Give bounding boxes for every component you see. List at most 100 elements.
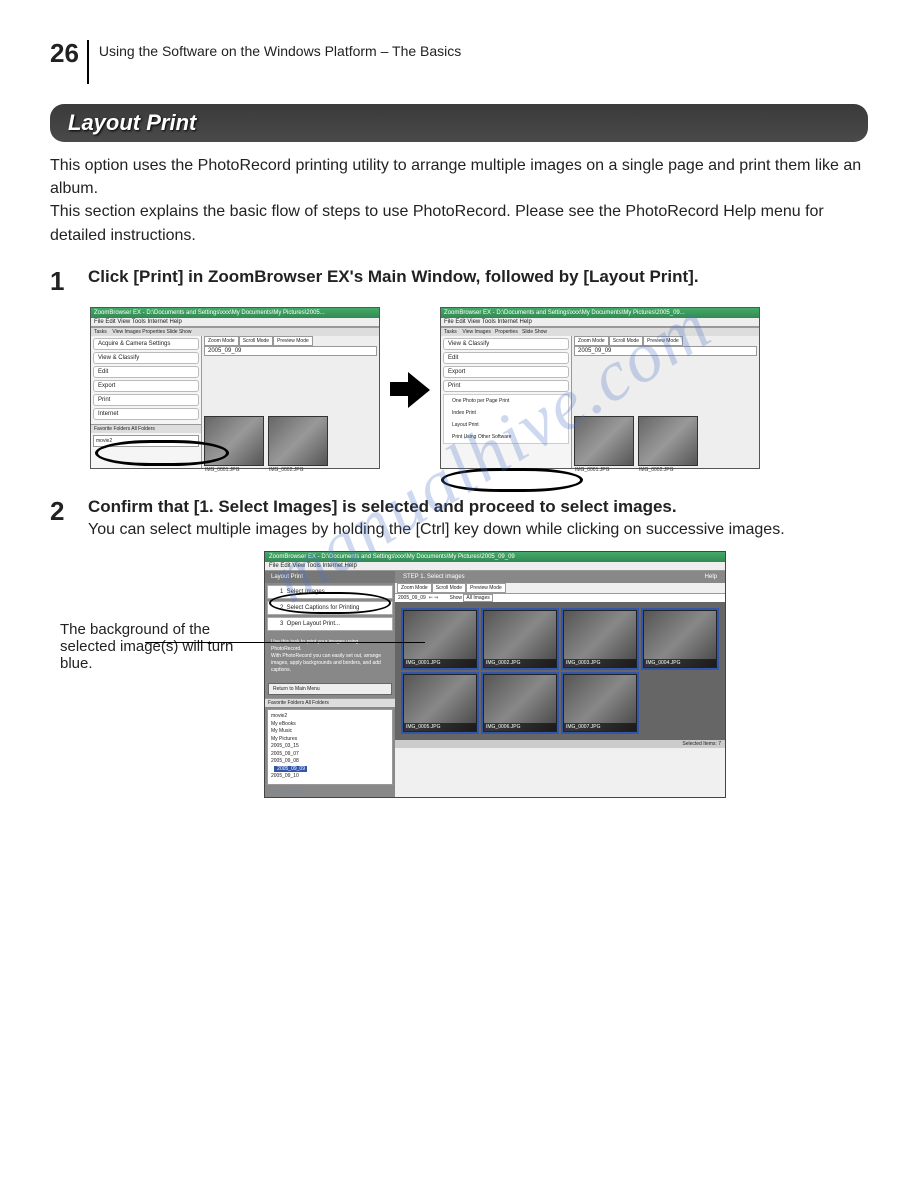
tab-zoom[interactable]: Zoom Mode <box>397 583 432 593</box>
thumbnail[interactable]: IMG_0002.JPG <box>638 416 698 466</box>
thumbnail[interactable]: IMG_0001.JPG <box>574 416 634 466</box>
thumbnail[interactable]: IMG_0004.JPG <box>643 610 717 668</box>
slideshow-btn: Slide Show <box>166 329 191 335</box>
thumb-label: IMG_0001.JPG <box>404 659 476 667</box>
help-link[interactable]: Help <box>705 574 717 580</box>
step-number: 2 <box>50 497 88 539</box>
tab-preview[interactable]: Preview Mode <box>466 583 506 593</box>
thumbnail[interactable]: IMG_0002.JPG <box>268 416 328 466</box>
task-acquire[interactable]: Acquire & Camera Settings <box>93 338 199 350</box>
path-bar: 2005_09_09 <box>398 595 426 601</box>
tab-zoom[interactable]: Zoom Mode <box>574 336 609 346</box>
tree-item[interactable]: 2005_09_07 <box>271 751 389 759</box>
step-title: Click [Print] in ZoomBrowser EX's Main W… <box>88 267 868 287</box>
tree-item[interactable]: 2005_09_08 <box>271 758 389 766</box>
sub-index-print[interactable]: Index Print <box>444 407 568 419</box>
tree-item[interactable]: 2005_03_15 <box>271 743 389 751</box>
titlebar: ZoomBrowser EX - D:\Documents and Settin… <box>441 308 759 318</box>
thumb-label: IMG_0003.JPG <box>564 659 636 667</box>
thumb-label: IMG_0006.JPG <box>484 723 556 731</box>
thumbnail[interactable]: IMG_0001.JPG <box>204 416 264 466</box>
view-tabs: Zoom ModeScroll ModePreview Mode <box>574 338 757 344</box>
tree-item[interactable]: 2005_09_10 <box>271 773 389 781</box>
folder-item[interactable]: movie2 <box>93 435 199 447</box>
thumbnail[interactable]: IMG_0002.JPG <box>483 610 557 668</box>
fav-tabs: Favorite Folders All Folders <box>91 424 201 433</box>
path-bar: 2005_09_09 <box>574 346 757 356</box>
tree-item[interactable]: My eBooks <box>271 721 389 729</box>
step-title: Confirm that [1. Select Images] is selec… <box>88 497 868 517</box>
page-number: 26 <box>50 40 89 84</box>
tasks-label: Tasks <box>94 329 107 335</box>
tree-item[interactable]: My Pictures <box>271 736 389 744</box>
task-info: Use this task to print your images using… <box>265 633 395 680</box>
filter-dropdown[interactable]: All Images <box>463 594 492 602</box>
step-subtext: You can select multiple images by holdin… <box>88 521 868 539</box>
tree-label: 2005_09_09 <box>274 766 307 772</box>
menubar: File Edit View Tools Internet Help <box>441 318 759 327</box>
thumbnail[interactable]: IMG_0001.JPG <box>403 610 477 668</box>
intro-text: This option uses the PhotoRecord printin… <box>50 154 868 247</box>
view-images-btn: View Images <box>112 329 141 335</box>
task-export[interactable]: Export <box>443 366 569 378</box>
view-tabs: Zoom ModeScroll ModePreview Mode <box>204 338 377 344</box>
left-panel-heading: Layout Print <box>265 571 395 583</box>
tree-item[interactable]: movie2 <box>271 713 389 721</box>
menubar: File Edit View Tools Internet Help <box>91 318 379 327</box>
opt-select-captions[interactable]: 2 Select Captions for Printing <box>267 601 393 615</box>
thumbnail[interactable]: IMG_0006.JPG <box>483 674 557 732</box>
chapter-title: Using the Software on the Windows Platfo… <box>89 40 461 59</box>
step-1: 1 Click [Print] in ZoomBrowser EX's Main… <box>50 267 868 296</box>
properties-btn: Properties <box>142 329 165 335</box>
page-header: 26 Using the Software on the Windows Pla… <box>50 40 868 84</box>
tree-item[interactable]: My Music <box>271 728 389 736</box>
tab-scroll[interactable]: Scroll Mode <box>432 583 466 593</box>
task-internet[interactable]: Internet <box>93 408 199 420</box>
task-print[interactable]: Print <box>443 380 569 392</box>
thumb-caption: IMG_0001.JPG <box>575 467 609 473</box>
sub-layout-print[interactable]: Layout Print <box>444 419 568 431</box>
show-label: Show <box>449 595 462 601</box>
task-view-classify[interactable]: View & Classify <box>443 338 569 350</box>
thumb-caption: IMG_0001.JPG <box>205 467 239 473</box>
fav-tabs: Favorite Folders All Folders <box>265 698 395 707</box>
thumbnail[interactable]: IMG_0005.JPG <box>403 674 477 732</box>
task-print[interactable]: Print <box>93 394 199 406</box>
tab-scroll[interactable]: Scroll Mode <box>239 336 273 346</box>
task-export[interactable]: Export <box>93 380 199 392</box>
opt-open-layout-print[interactable]: 3 Open Layout Print... <box>267 617 393 631</box>
opt-select-images[interactable]: 1 Select Images <box>267 585 393 599</box>
arrow-icon <box>390 370 430 406</box>
thumbnail[interactable]: IMG_0003.JPG <box>563 610 637 668</box>
add-favorite-link[interactable]: Add to Favorite <box>265 787 395 797</box>
thumb-caption: IMG_0002.JPG <box>269 467 303 473</box>
tab-scroll[interactable]: Scroll Mode <box>609 336 643 346</box>
folder-tree[interactable]: movie2 My eBooks My Music My Pictures 20… <box>267 709 393 785</box>
tab-preview[interactable]: Preview Mode <box>643 336 683 346</box>
opt-label: Select Images <box>287 589 325 595</box>
highlight-layout-print <box>441 468 583 492</box>
return-main-menu-button[interactable]: Return to Main Menu <box>268 683 392 695</box>
opt-label: Open Layout Print... <box>287 621 340 627</box>
thumbnail-grid: IMG_0001.JPG IMG_0002.JPG IMG_0003.JPG I… <box>395 602 725 740</box>
tab-zoom[interactable]: Zoom Mode <box>204 336 239 346</box>
screenshot-print-submenu: ZoomBrowser EX - D:\Documents and Settin… <box>440 307 760 469</box>
task-edit[interactable]: Edit <box>93 366 199 378</box>
step-2: 2 Confirm that [1. Select Images] is sel… <box>50 497 868 539</box>
step-header-text: STEP 1. Select images <box>403 574 465 580</box>
sub-other-software[interactable]: Print Using Other Software <box>444 431 568 443</box>
menubar: File Edit View Tools Internet Help <box>265 562 725 571</box>
thumb-caption: IMG_0002.JPG <box>639 467 673 473</box>
titlebar: ZoomBrowser EX - D:\Documents and Settin… <box>265 552 725 562</box>
tree-item-selected[interactable]: 2005_09_09 <box>271 766 389 774</box>
screenshot-main-window: ZoomBrowser EX - D:\Documents and Settin… <box>90 307 380 469</box>
callout-note: The background of the selected image(s) … <box>60 621 250 672</box>
task-view-classify[interactable]: View & Classify <box>93 352 199 364</box>
thumbnail[interactable]: IMG_0007.JPG <box>563 674 637 732</box>
tab-preview[interactable]: Preview Mode <box>273 336 313 346</box>
sub-one-photo[interactable]: One Photo per Page Print <box>444 395 568 407</box>
titlebar: ZoomBrowser EX - D:\Documents and Settin… <box>91 308 379 318</box>
task-edit[interactable]: Edit <box>443 352 569 364</box>
section-banner: Layout Print <box>50 104 868 142</box>
view-tabs: Zoom ModeScroll ModePreview Mode <box>395 583 725 593</box>
